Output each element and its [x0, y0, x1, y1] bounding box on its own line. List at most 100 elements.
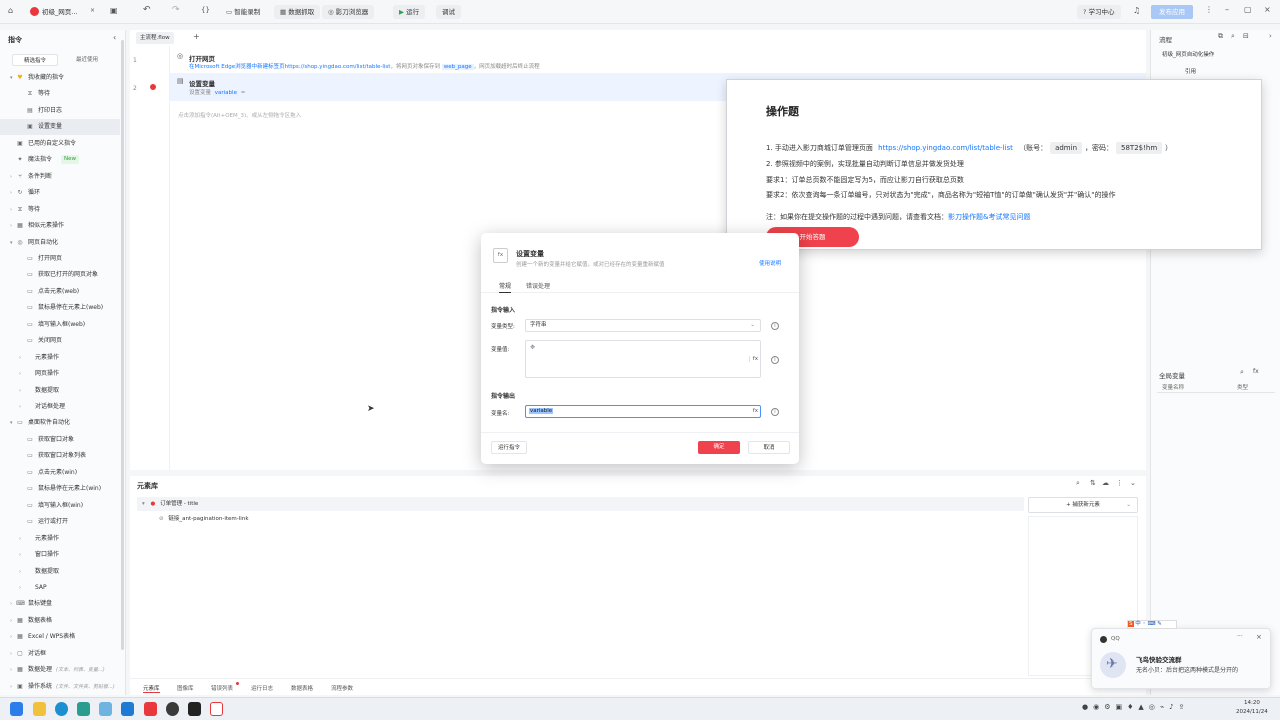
add-tab-button[interactable]: +: [193, 33, 200, 41]
element-group-row[interactable]: ▾ ● 订单管理 - title: [137, 497, 1024, 511]
edge-icon[interactable]: [55, 702, 68, 716]
chrome-icon[interactable]: [166, 702, 179, 716]
fx-button-icon[interactable]: fx: [753, 406, 758, 417]
sidebar-item[interactable]: › ⌨ 鼠标键盘: [0, 596, 120, 612]
chevron-down-icon[interactable]: ⌄: [1130, 480, 1136, 487]
doc-title[interactable]: 初级_网页...: [42, 5, 77, 19]
redo-icon[interactable]: ↷: [172, 6, 180, 15]
sidebar-item[interactable]: ▤ 打印日志: [0, 103, 120, 119]
tray-icons[interactable]: ●◉⚙▣♦▲◎⌁♪⇪: [1082, 704, 1189, 711]
run-command-button[interactable]: 运行指令: [491, 441, 527, 454]
sidebar-item[interactable]: ✦ 魔法指令 New: [0, 152, 120, 168]
collapse-sidebar-icon[interactable]: ‹: [113, 34, 116, 42]
sidebar-item[interactable]: › ▦ Excel / WPS表格: [0, 629, 120, 645]
sidebar-item[interactable]: ▾ ▭ 桌面软件自动化: [0, 415, 120, 431]
minimize-icon[interactable]: –: [1225, 6, 1229, 14]
home-icon[interactable]: ⌂: [8, 7, 13, 15]
tab-flow-params[interactable]: 流程参数: [331, 684, 353, 692]
sidebar-item[interactable]: › ▦ 数据处理 (文本、列表、变量...): [0, 662, 120, 678]
cloud-icon[interactable]: ☁: [1102, 480, 1109, 487]
sidebar-item[interactable]: ▣ 已用的自定义指令: [0, 136, 120, 152]
sidebar-item[interactable]: › 数据提取: [0, 564, 120, 580]
pwd-value[interactable]: 58T2$!hm: [1116, 142, 1163, 154]
sidebar-item[interactable]: ▭ 获取窗口对象: [0, 432, 120, 448]
flow-tree-item[interactable]: 初级_网页自动化操作: [1162, 50, 1214, 58]
capture-element-button[interactable]: + 捕获新元素 ⌄: [1028, 497, 1138, 513]
exam-url[interactable]: https://shop.yingdao.com/list/table-list: [878, 144, 1013, 152]
sidebar-item[interactable]: ▣ 设置变量: [0, 119, 120, 136]
sort-icon[interactable]: ⇅: [1090, 480, 1096, 487]
tab-element-library[interactable]: 元素库: [143, 684, 160, 693]
ok-button[interactable]: 确定: [698, 441, 740, 454]
store-icon[interactable]: [77, 702, 90, 716]
yingdao-browser-button[interactable]: ◎ 影刀浏览器: [322, 5, 375, 19]
new-flow-icon[interactable]: ⧉: [1218, 33, 1223, 40]
more-icon[interactable]: ⋮: [1116, 480, 1123, 487]
publish-button[interactable]: 发布应用: [1151, 5, 1193, 19]
element-item-row[interactable]: ⊘ 链接_ant-pagination-item-link: [137, 512, 1024, 526]
sidebar-item[interactable]: › 数据提取: [0, 383, 120, 399]
windows-start-icon[interactable]: [10, 702, 23, 716]
save-icon[interactable]: ▣: [110, 7, 118, 15]
sidebar-item[interactable]: ▭ 点击元素(win): [0, 465, 120, 481]
sidebar-item[interactable]: › 网页操作: [0, 366, 120, 382]
sidebar-item[interactable]: › SAP: [0, 580, 120, 596]
close-window-icon[interactable]: ×: [1264, 6, 1271, 14]
sidebar-item[interactable]: ▭ 打开网页: [0, 251, 120, 267]
maximize-icon[interactable]: ▢: [1244, 6, 1252, 14]
sidebar-tab-recent[interactable]: 最近使用: [64, 54, 110, 66]
sidebar-item[interactable]: › 元素操作: [0, 350, 120, 366]
tab-error-list[interactable]: 错误列表: [211, 684, 233, 692]
sidebar-item[interactable]: ▭ 获取窗口对象列表: [0, 448, 120, 464]
bell-icon[interactable]: ♫: [1133, 7, 1140, 15]
terminal-icon[interactable]: [188, 702, 201, 716]
close-icon[interactable]: ×: [1256, 634, 1262, 641]
tab-data-table[interactable]: 数据表格: [291, 684, 313, 692]
sidebar-item[interactable]: › ↻ 循环: [0, 185, 120, 201]
file-explorer-icon[interactable]: [33, 702, 46, 716]
sidebar-item[interactable]: ▭ 点击元素(web): [0, 284, 120, 300]
collapse-icon[interactable]: ⊟: [1243, 33, 1249, 40]
sidebar-item[interactable]: › ▣ 操作系统 (文件、文件夹、剪贴板...): [0, 679, 120, 695]
sidebar-item[interactable]: › ▦ 相似元素操作: [0, 218, 120, 234]
tab-image-library[interactable]: 图像库: [177, 684, 194, 692]
undo-icon[interactable]: ↶: [143, 6, 151, 15]
search-icon[interactable]: ⌕: [1240, 369, 1244, 376]
expand-panel-icon[interactable]: ›: [1269, 33, 1272, 40]
note-link[interactable]: 影刀操作题&考试常见问题: [948, 213, 1030, 221]
sidebar-scrollbar[interactable]: [121, 40, 124, 650]
yingdao-icon[interactable]: [144, 702, 157, 716]
tab-error-handling[interactable]: 错误处理: [526, 281, 550, 290]
sidebar-item[interactable]: ▾ ♥ 我收藏的指令: [0, 70, 120, 86]
tab-main-flow[interactable]: 主流程.flow: [136, 32, 174, 44]
account-value[interactable]: admin: [1050, 142, 1083, 154]
run-button[interactable]: ▶ 运行: [393, 5, 426, 19]
sidebar-item[interactable]: ▾ ◎ 网页自动化: [0, 235, 120, 251]
debug-button[interactable]: 调试: [436, 5, 461, 19]
sidebar-item[interactable]: › ▢ 对话框: [0, 646, 120, 662]
learn-center-button[interactable]: ? 学习中心: [1077, 5, 1121, 19]
cancel-button[interactable]: 取消: [748, 441, 790, 454]
help-link[interactable]: 使用说明: [759, 259, 781, 267]
fx-button-icon[interactable]: fx: [748, 356, 758, 362]
qq-notification[interactable]: QQ ··· × ✈ 飞鸟快验交流群 无名小贝：后台把这两种模式是分开的: [1091, 628, 1271, 689]
close-doc-icon[interactable]: ×: [90, 8, 95, 14]
sidebar-item[interactable]: ▭ 关闭网页: [0, 333, 120, 349]
sidebar-item[interactable]: › 元素操作: [0, 531, 120, 547]
sidebar-item[interactable]: ▭ 鼠标悬停在元素上(win): [0, 481, 120, 497]
sidebar-item[interactable]: ▭ 运行或打开: [0, 514, 120, 530]
sidebar-item[interactable]: › 对话框处理: [0, 399, 120, 415]
flow-ref-item[interactable]: 引用: [1185, 67, 1196, 75]
sidebar-item[interactable]: › ⑂ 条件判断: [0, 169, 120, 185]
sidebar-item[interactable]: ▭ 填写输入框(web): [0, 317, 120, 333]
search-icon[interactable]: ⌕: [1231, 33, 1235, 40]
search-icon[interactable]: ⌕: [1076, 480, 1080, 487]
sidebar-item[interactable]: ▭ 填写输入框(win): [0, 498, 120, 514]
type-select[interactable]: 字符串 ⌄: [525, 319, 761, 332]
fx-icon[interactable]: fx: [1253, 369, 1259, 375]
sidebar-item[interactable]: › ⧖ 等待: [0, 202, 120, 218]
sidebar-item[interactable]: ⧖ 等待: [0, 86, 120, 102]
vscode-icon[interactable]: [121, 702, 134, 716]
sidebar-item[interactable]: › 窗口操作: [0, 547, 120, 563]
sidebar-item[interactable]: › ▦ 数据表格: [0, 613, 120, 629]
